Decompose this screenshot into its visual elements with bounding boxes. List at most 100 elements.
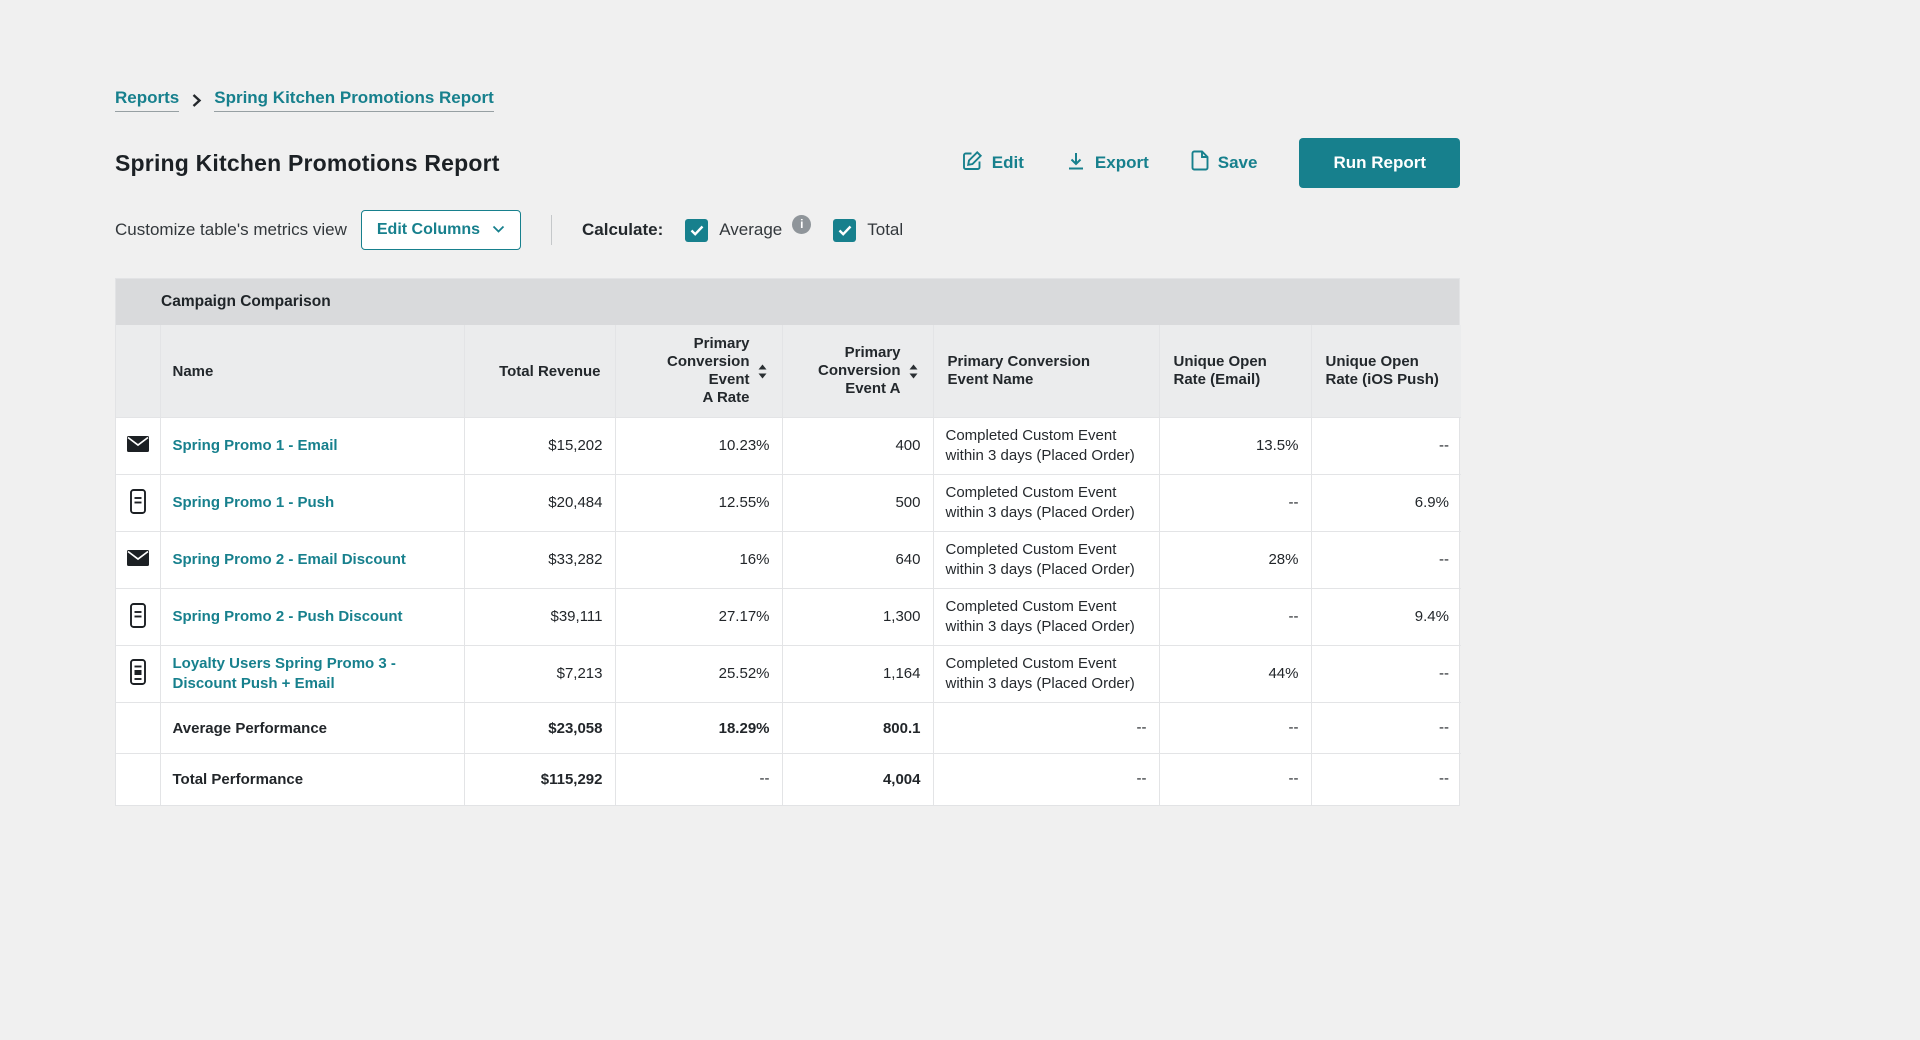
mobile-and-email-icon: [116, 646, 160, 703]
conversion-rate-cell: 27.17%: [615, 589, 782, 646]
open-rate-email-cell: 44%: [1159, 646, 1311, 703]
table-row: Spring Promo 1 - Push $20,484 12.55% 500…: [116, 475, 1461, 532]
info-icon[interactable]: i: [792, 215, 811, 234]
event-name-cell: Completed Custom Event within 3 days (Pl…: [946, 427, 1135, 464]
breadcrumb: Reports Spring Kitchen Promotions Report: [115, 88, 1460, 112]
chevron-right-icon: [191, 93, 202, 108]
column-header-unique-open-rate-email: Unique Open Rate (Email): [1159, 325, 1311, 418]
metrics-controls: Customize table's metrics view Edit Colu…: [115, 210, 1460, 250]
sort-icon[interactable]: [908, 364, 919, 379]
total-revenue-cell: $115,292: [464, 754, 615, 805]
export-button[interactable]: Export: [1066, 151, 1149, 176]
table-row: Spring Promo 2 - Push Discount $39,111 2…: [116, 589, 1461, 646]
conversion-event-cell: 500: [782, 475, 933, 532]
chevron-down-icon: [492, 221, 505, 239]
conversion-event-cell: 640: [782, 532, 933, 589]
conversion-rate-cell: 10.23%: [615, 418, 782, 475]
column-header-primary-conversion-rate[interactable]: Primary Conversion Event A Rate: [615, 325, 782, 418]
average-checkbox[interactable]: [685, 219, 708, 242]
edit-pencil-icon: [962, 150, 983, 176]
checkmark-icon: [838, 225, 852, 236]
breadcrumb-current-report-link[interactable]: Spring Kitchen Promotions Report: [214, 88, 494, 112]
average-checkbox-group[interactable]: Average: [685, 219, 782, 242]
mobile-push-icon: [116, 475, 160, 532]
conversion-rate-cell: 25.52%: [615, 646, 782, 703]
column-header-primary-conversion-event-name: Primary Conversion Event Name: [933, 325, 1159, 418]
total-revenue-cell: $7,213: [464, 646, 615, 703]
conversion-event-cell: 1,164: [782, 646, 933, 703]
total-revenue-cell: $20,484: [464, 475, 615, 532]
page-title: Spring Kitchen Promotions Report: [115, 150, 500, 177]
email-icon: [116, 418, 160, 475]
event-name-cell: --: [933, 703, 1159, 754]
breadcrumb-reports-link[interactable]: Reports: [115, 88, 179, 112]
total-checkbox[interactable]: [833, 219, 856, 242]
column-header-unique-open-rate-push: Unique Open Rate (iOS Push): [1311, 325, 1461, 418]
campaign-link[interactable]: Spring Promo 2 - Push Discount: [173, 608, 403, 625]
event-name-cell: Completed Custom Event within 3 days (Pl…: [946, 541, 1135, 578]
conversion-event-cell: 4,004: [782, 754, 933, 805]
campaign-link[interactable]: Loyalty Users Spring Promo 3 - Discount …: [173, 655, 396, 692]
email-icon: [116, 532, 160, 589]
file-save-icon: [1191, 150, 1209, 176]
total-revenue-cell: $15,202: [464, 418, 615, 475]
summary-row-average: Average Performance $23,058 18.29% 800.1…: [116, 703, 1461, 754]
customize-metrics-label: Customize table's metrics view: [115, 220, 347, 240]
table-header-row: Name Total Revenue Primary Conversion Ev…: [116, 325, 1461, 418]
conversion-rate-cell: 12.55%: [615, 475, 782, 532]
page-container: Reports Spring Kitchen Promotions Report…: [115, 0, 1460, 806]
column-header-primary-conversion-event[interactable]: Primary Conversion Event A: [782, 325, 933, 418]
open-rate-email-cell: 13.5%: [1159, 418, 1311, 475]
table-row: Loyalty Users Spring Promo 3 - Discount …: [116, 646, 1461, 703]
open-rate-push-cell: 6.9%: [1311, 475, 1461, 532]
column-header-icon: [116, 325, 160, 418]
calculate-label: Calculate:: [582, 220, 663, 240]
summary-row-total: Total Performance $115,292 -- 4,004 -- -…: [116, 754, 1461, 805]
summary-label: Average Performance: [160, 703, 464, 754]
campaign-link[interactable]: Spring Promo 2 - Email Discount: [173, 551, 406, 568]
open-rate-email-cell: --: [1159, 475, 1311, 532]
mobile-push-icon: [116, 589, 160, 646]
total-revenue-cell: $33,282: [464, 532, 615, 589]
open-rate-push-cell: --: [1311, 754, 1461, 805]
toolbar: Edit Export Save Run Report: [962, 138, 1460, 188]
event-name-cell: --: [933, 754, 1159, 805]
campaign-link[interactable]: Spring Promo 1 - Email: [173, 437, 338, 454]
open-rate-push-cell: --: [1311, 532, 1461, 589]
edit-button[interactable]: Edit: [962, 150, 1024, 176]
checkmark-icon: [690, 225, 704, 236]
open-rate-email-cell: 28%: [1159, 532, 1311, 589]
table-title: Campaign Comparison: [116, 279, 1459, 325]
total-checkbox-label[interactable]: Total: [867, 220, 903, 240]
campaign-link[interactable]: Spring Promo 1 - Push: [173, 494, 335, 511]
table-row: Spring Promo 1 - Email $15,202 10.23% 40…: [116, 418, 1461, 475]
open-rate-push-cell: 9.4%: [1311, 589, 1461, 646]
event-name-cell: Completed Custom Event within 3 days (Pl…: [946, 655, 1135, 692]
sort-icon[interactable]: [757, 364, 768, 379]
run-report-button[interactable]: Run Report: [1299, 138, 1460, 188]
total-revenue-cell: $23,058: [464, 703, 615, 754]
conversion-rate-cell: 18.29%: [615, 703, 782, 754]
event-name-cell: Completed Custom Event within 3 days (Pl…: [946, 598, 1135, 635]
average-checkbox-label[interactable]: Average: [719, 220, 782, 240]
open-rate-push-cell: --: [1311, 703, 1461, 754]
event-name-cell: Completed Custom Event within 3 days (Pl…: [946, 484, 1135, 521]
download-icon: [1066, 151, 1086, 176]
open-rate-email-cell: --: [1159, 589, 1311, 646]
total-revenue-cell: $39,111: [464, 589, 615, 646]
total-checkbox-group[interactable]: Total: [833, 219, 903, 242]
conversion-event-cell: 1,300: [782, 589, 933, 646]
open-rate-push-cell: --: [1311, 418, 1461, 475]
campaign-comparison-table: Campaign Comparison Name Total Revenue P…: [115, 278, 1460, 806]
vertical-divider: [551, 215, 552, 245]
save-button[interactable]: Save: [1191, 150, 1258, 176]
edit-columns-dropdown[interactable]: Edit Columns: [361, 210, 521, 250]
open-rate-push-cell: --: [1311, 646, 1461, 703]
conversion-event-cell: 800.1: [782, 703, 933, 754]
open-rate-email-cell: --: [1159, 703, 1311, 754]
conversion-rate-cell: 16%: [615, 532, 782, 589]
table-row: Spring Promo 2 - Email Discount $33,282 …: [116, 532, 1461, 589]
column-header-total-revenue: Total Revenue: [464, 325, 615, 418]
open-rate-email-cell: --: [1159, 754, 1311, 805]
title-row: Spring Kitchen Promotions Report Edit Ex…: [115, 138, 1460, 188]
